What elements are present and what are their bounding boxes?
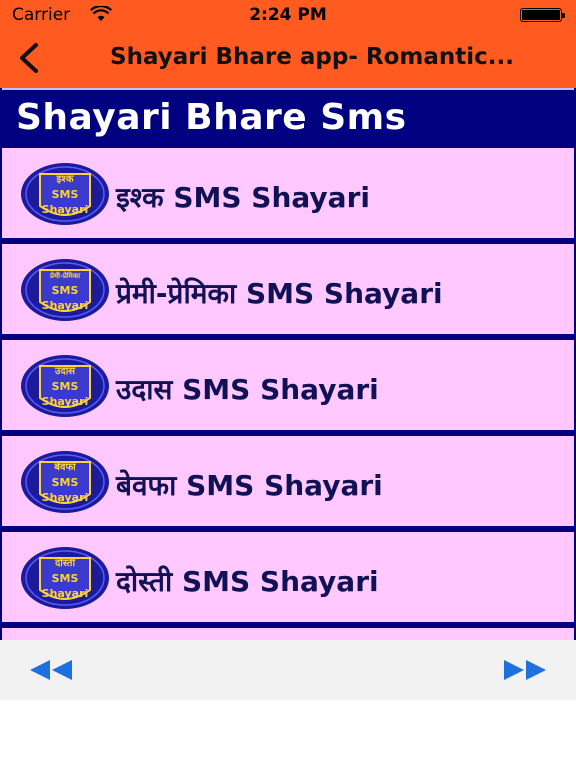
sms-shayari-badge-icon: इश्क SMS Shayari	[21, 163, 109, 225]
list-item-label: बेवफा SMS Shayari	[116, 469, 383, 502]
svg-text:प्रेमी-प्रेमिका: प्रेमी-प्रेमिका	[49, 271, 81, 280]
list-item-udaas[interactable]: उदास SMS Shayari उदास SMS Shayari	[2, 340, 574, 430]
nav-title: Shayari Bhare app- Romantic...	[110, 44, 514, 70]
list-item-premi-premika[interactable]: प्रेमी-प्रेमिका SMS Shayari प्रेमी-प्रेम…	[2, 244, 574, 334]
sms-shayari-badge-icon: दोस्ती SMS Shayari	[21, 547, 109, 609]
sms-shayari-badge-icon: उदास SMS Shayari	[21, 355, 109, 417]
list-header: Shayari Bhare Sms	[2, 88, 574, 146]
svg-text:SMS: SMS	[52, 284, 79, 297]
back-chevron-icon[interactable]	[12, 40, 46, 76]
svg-text:बेवफा: बेवफा	[53, 460, 76, 473]
list-item-label: उदास SMS Shayari	[116, 373, 379, 406]
pager-bar	[0, 640, 576, 700]
status-time: 2:24 PM	[249, 5, 327, 25]
svg-text:SMS: SMS	[52, 188, 79, 201]
list-item-label: दोस्ती SMS Shayari	[116, 565, 379, 598]
list-item-label: इश्क SMS Shayari	[116, 181, 370, 214]
battery-icon	[520, 8, 565, 22]
svg-text:Shayari: Shayari	[42, 587, 89, 600]
list-item-label: प्रेमी-प्रेमिका SMS Shayari	[116, 277, 443, 310]
sms-shayari-badge-icon: प्रेमी-प्रेमिका SMS Shayari	[21, 259, 109, 321]
svg-text:Shayari: Shayari	[42, 395, 89, 408]
list-item-dosti[interactable]: दोस्ती SMS Shayari दोस्ती SMS Shayari	[2, 532, 574, 622]
list-header-title: Shayari Bhare Sms	[16, 97, 407, 138]
svg-text:SMS: SMS	[52, 380, 79, 393]
list-item-ishq[interactable]: इश्क SMS Shayari इश्क SMS Shayari	[2, 148, 574, 238]
status-bar: Carrier 2:24 PM	[0, 0, 576, 30]
svg-text:Shayari: Shayari	[42, 299, 89, 312]
svg-text:इश्क: इश्क	[56, 174, 75, 185]
svg-text:उदास: उदास	[54, 366, 76, 377]
empty-area	[0, 700, 576, 768]
sms-shayari-badge-icon: बेवफा SMS Shayari	[21, 451, 109, 513]
svg-text:Shayari: Shayari	[42, 491, 89, 504]
list-item-bewafa[interactable]: बेवफा SMS Shayari बेवफा SMS Shayari	[2, 436, 574, 526]
category-list[interactable]: Shayari Bhare Sms इश्क SMS Shayari इश्क …	[0, 88, 576, 640]
svg-text:Shayari: Shayari	[42, 203, 89, 216]
top-bar: Carrier 2:24 PM Shayari Bhare app- Roman…	[0, 0, 576, 88]
svg-text:SMS: SMS	[52, 572, 79, 585]
svg-text:SMS: SMS	[52, 476, 79, 489]
fast-forward-icon[interactable]	[502, 658, 548, 682]
svg-text:दोस्ती: दोस्ती	[54, 556, 75, 569]
list-item-partial[interactable]	[2, 628, 574, 640]
rewind-icon[interactable]	[28, 658, 74, 682]
